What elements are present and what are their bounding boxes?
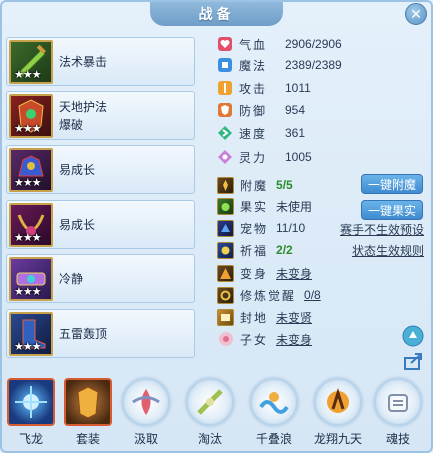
defense-icon bbox=[217, 102, 233, 118]
spirit-icon bbox=[217, 149, 233, 165]
children-icon bbox=[217, 331, 234, 348]
equipment-slot-2[interactable]: ★★★ 天地护法 爆破 bbox=[6, 91, 195, 140]
equipment-icon-necklace: ★★★ bbox=[9, 203, 53, 247]
attr-transform: 变身 未变身 bbox=[217, 264, 312, 282]
attack-icon bbox=[217, 80, 233, 96]
equipment-icon-belt: ★★★ bbox=[9, 257, 53, 301]
attr-fruit: 果实 未使用 bbox=[217, 197, 312, 215]
close-button[interactable]: ✕ bbox=[405, 3, 427, 25]
skill-set[interactable]: 套装 bbox=[62, 378, 114, 450]
attr-blessing: 祈福 2/2 bbox=[217, 241, 293, 259]
stat-hp: 气血 2906/2906 bbox=[217, 35, 342, 53]
enchant-icon bbox=[217, 176, 234, 194]
one-click-fruit-button[interactable]: 一键果实 bbox=[361, 200, 423, 220]
eliminate-icon bbox=[186, 378, 234, 426]
attr-fief: 封地 未变贤 bbox=[217, 308, 312, 326]
dragon-soar-icon bbox=[314, 378, 362, 426]
equipment-effect-label: 易成长 bbox=[59, 162, 96, 177]
equipment-icon-helmet: ★★★ bbox=[9, 148, 53, 192]
cultivation-icon bbox=[217, 286, 234, 304]
equipment-stars: ★★★ bbox=[14, 341, 42, 353]
absorb-icon bbox=[122, 378, 170, 426]
blessing-icon bbox=[217, 241, 234, 259]
equipment-stars: ★★★ bbox=[14, 69, 42, 81]
equipment-stars: ★★★ bbox=[14, 123, 42, 135]
stat-attack: 攻击 1011 bbox=[217, 79, 311, 97]
heart-icon bbox=[217, 36, 233, 52]
skill-eliminate[interactable]: 淘汰 bbox=[184, 378, 236, 450]
equipment-effect-label: 冷静 bbox=[59, 271, 84, 286]
pet-icon bbox=[217, 219, 234, 237]
window-title: 战备 bbox=[150, 2, 283, 26]
waves-icon bbox=[250, 378, 298, 426]
equipment-stars: ★★★ bbox=[14, 177, 42, 189]
equipment-icon-boots: ★★★ bbox=[9, 312, 53, 356]
set-armor-icon bbox=[64, 378, 112, 426]
equipment-effect-label: 易成长 bbox=[59, 217, 96, 232]
attr-children: 子女 未变身 bbox=[217, 330, 312, 348]
fief-icon bbox=[217, 308, 234, 326]
preset-link[interactable]: 赛手不生效预设 bbox=[340, 221, 424, 238]
equipment-stars: ★★★ bbox=[14, 232, 42, 244]
equipment-slot-4[interactable]: ★★★ 易成长 bbox=[6, 200, 195, 249]
skill-dragon-soar[interactable]: 龙翔九天 bbox=[312, 378, 364, 450]
share-icon[interactable] bbox=[402, 350, 424, 372]
equipment-icon-weapon: ★★★ bbox=[9, 40, 53, 84]
soul-icon bbox=[374, 378, 422, 426]
stat-defense: 防御 954 bbox=[217, 101, 305, 119]
equipment-effect-label: 天地护法 bbox=[59, 99, 108, 114]
mana-icon bbox=[217, 57, 233, 73]
equipment-effect-label: 五雷轰顶 bbox=[59, 326, 108, 341]
equipment-icon-armor: ★★★ bbox=[9, 94, 53, 138]
skill-absorb[interactable]: 汲取 bbox=[120, 378, 172, 450]
transform-icon bbox=[217, 264, 234, 282]
equipment-effect-label: 爆破 bbox=[59, 117, 84, 132]
gem-icon[interactable] bbox=[402, 325, 424, 347]
one-click-enchant-button[interactable]: 一键附魔 bbox=[361, 174, 423, 194]
equipment-slot-6[interactable]: ★★★ 五雷轰顶 bbox=[6, 309, 195, 358]
equipment-slot-1[interactable]: ★★★ 法术暴击 bbox=[6, 37, 195, 86]
flying-dragon-icon bbox=[7, 378, 55, 426]
close-icon: ✕ bbox=[410, 5, 422, 22]
skill-flying-dragon[interactable]: 飞龙 bbox=[5, 378, 57, 450]
speed-icon bbox=[217, 125, 233, 141]
stat-mp: 魔法 2389/2389 bbox=[217, 56, 342, 74]
fruit-icon bbox=[217, 197, 234, 215]
skill-thousand-waves[interactable]: 千叠浪 bbox=[248, 378, 300, 450]
equipment-stars: ★★★ bbox=[14, 286, 42, 298]
equipment-slot-5[interactable]: ★★★ 冷静 bbox=[6, 254, 195, 303]
skill-soul[interactable]: 魂技 bbox=[372, 378, 424, 450]
attr-enchant: 附魔 5/5 bbox=[217, 176, 293, 194]
stat-speed: 速度 361 bbox=[217, 124, 305, 142]
attr-cultivation-awaken: 修炼觉醒 0/8 bbox=[217, 286, 321, 304]
status-rule-link[interactable]: 状态生效规则 bbox=[352, 242, 424, 259]
equipment-slot-3[interactable]: ★★★ 易成长 bbox=[6, 145, 195, 194]
equipment-effect-label: 法术暴击 bbox=[59, 54, 108, 69]
stat-spirit: 灵力 1005 bbox=[217, 148, 312, 166]
attr-pet: 宠物 11/10 bbox=[217, 219, 305, 237]
